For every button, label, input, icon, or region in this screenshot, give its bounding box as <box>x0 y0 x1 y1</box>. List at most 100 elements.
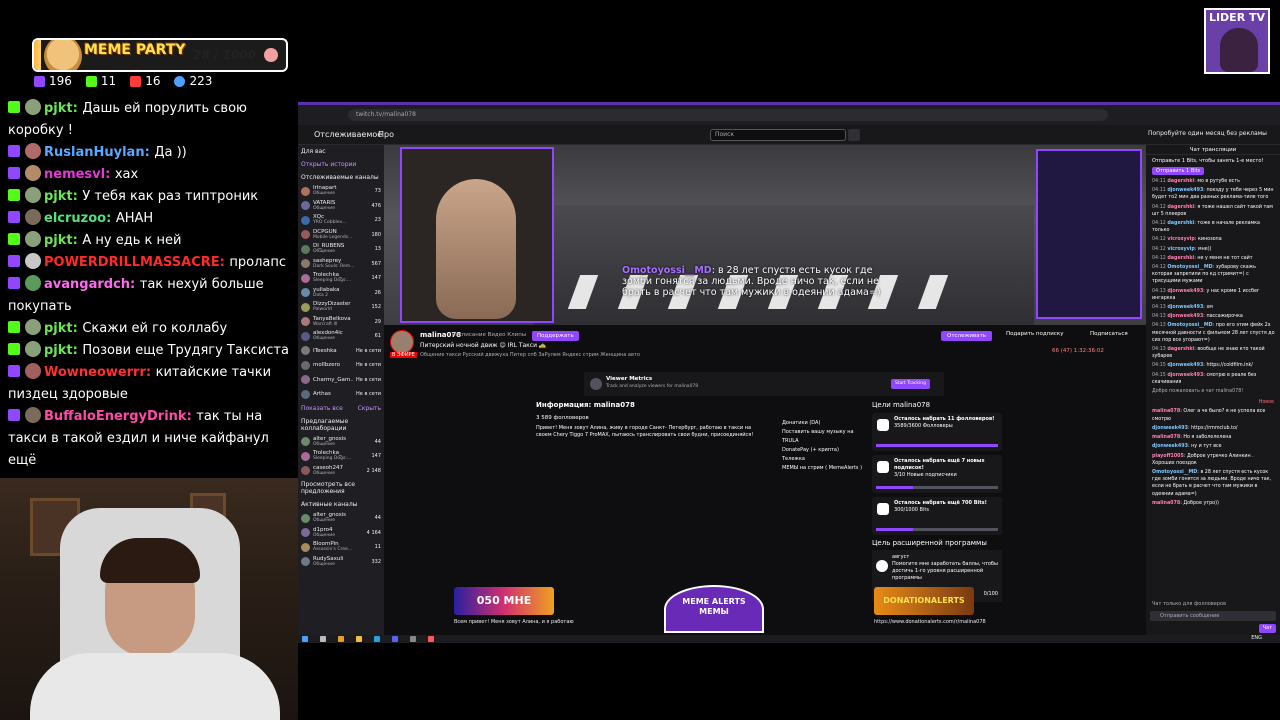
chat-nick[interactable]: pjkt <box>44 233 73 248</box>
show-suggestions-link[interactable]: Просмотреть все предложения <box>298 478 384 498</box>
chat-username[interactable]: Omotoyossi__MD <box>1167 323 1212 328</box>
show-all-button[interactable]: Показать все <box>301 405 343 412</box>
chat-username[interactable]: djonweek493 <box>1152 444 1188 449</box>
meme-panel-image[interactable]: 050 МНЕ <box>454 587 554 615</box>
sidebar-channel[interactable]: Trolechka_ Sleeping Dogs:... 147 <box>298 271 384 286</box>
search-icon[interactable] <box>848 129 860 141</box>
windows-start-icon[interactable] <box>302 636 308 642</box>
nav-browse[interactable]: Про <box>378 130 394 139</box>
chat-input[interactable]: Отправить сообщение <box>1150 611 1276 621</box>
sidebar-channel[interactable]: d1pro4 Общение 4 164 <box>298 526 384 541</box>
sidebar-channel-info: Trolechka_ Sleeping Dogs:... <box>313 272 368 284</box>
chat-send-button[interactable]: Чат <box>1258 624 1276 633</box>
chat-nick[interactable]: RuslanHuylan <box>44 145 145 160</box>
stream-tags[interactable]: Общение такси Русский движуха Питер спб … <box>420 352 640 358</box>
chat-username[interactable]: malina078 <box>1152 435 1180 440</box>
chat-username[interactable]: djonweek493 <box>1167 373 1203 378</box>
chat-nick[interactable]: avangardch <box>44 277 130 292</box>
sidebar-channel[interactable]: DizzyDizaster Palworld 152 <box>298 300 384 315</box>
sidebar-channel[interactable]: TanyaBelkova Warcraft III 29 <box>298 315 384 330</box>
follow-button[interactable]: Отслеживать <box>941 331 993 341</box>
chat-username[interactable]: djonweek493 <box>1167 305 1203 310</box>
chat-nick[interactable]: pjkt <box>44 101 73 116</box>
sidebar-channel[interactable]: Irlnapart Общение 73 <box>298 184 384 199</box>
chat-nick[interactable]: BuffaloEnergyDrink <box>44 409 187 424</box>
hide-button[interactable]: Скрыть <box>358 405 381 412</box>
telegram-icon[interactable] <box>374 636 380 642</box>
donationalerts-link[interactable]: https://www.donationalerts.com/r/malina0… <box>874 619 986 625</box>
sidebar-channel[interactable]: ITeeshka Не в сети <box>298 344 384 359</box>
chat-username[interactable]: djonweek493 <box>1167 314 1203 319</box>
subscribe-button[interactable]: Подписаться <box>1090 331 1128 337</box>
memealerts-panel-image[interactable]: MEME ALERTS МЕМЫ <box>664 585 764 633</box>
chrome-icon[interactable] <box>338 636 344 642</box>
sidebar-channel[interactable]: XQc YRO Cobblev... 23 <box>298 213 384 228</box>
chat-username[interactable]: Omotoyossi__MD <box>1152 470 1197 475</box>
sidebar-channel[interactable]: DCPGUN Mobile Legends... 180 <box>298 228 384 243</box>
chat-username[interactable]: Omotoyossi__MD <box>1167 265 1212 270</box>
browser-toolbar: twitch.tv/malina078 <box>298 105 1280 125</box>
sidebar-channel[interactable]: alter_gnosis Общение 44 <box>298 435 384 450</box>
sidebar-channel[interactable]: alexdon4ic Общение 61 <box>298 329 384 344</box>
sidebar-channel[interactable]: Arthas Не в сети <box>298 387 384 402</box>
chat-username[interactable]: dagershki <box>1167 256 1194 261</box>
chat-username[interactable]: vicrosyvip <box>1167 247 1194 252</box>
nav-following[interactable]: Отслеживаемое <box>314 130 382 139</box>
chat-username[interactable]: djonweek493 <box>1167 289 1203 294</box>
chat-username[interactable]: dagershki <box>1167 221 1194 226</box>
sidebar-channel[interactable]: Charmy_Gam... Не в сети <box>298 373 384 388</box>
sidebar-channel[interactable]: mollbzero Не в сети <box>298 358 384 373</box>
chat-nick[interactable]: Wowneowerrr <box>44 365 146 380</box>
sidebar-channel[interactable]: DI_RUBENS Общение 13 <box>298 242 384 257</box>
address-bar[interactable]: twitch.tv/malina078 <box>348 109 1108 121</box>
chat-username[interactable]: dagershki <box>1167 347 1194 352</box>
video-player[interactable]: Omotoyossi__MD: в 28 лет спустя есть кус… <box>384 145 1146 325</box>
chat-separator: : <box>144 145 155 160</box>
about-link[interactable]: МЕМЫ на стрим ( MemeAlerts ) <box>782 464 866 473</box>
sidebar-channel[interactable]: RudySaxuli Общение 332 <box>298 555 384 570</box>
search-icon[interactable] <box>320 636 326 642</box>
chat-nick[interactable]: nemesvl <box>44 167 105 182</box>
sidebar-channel[interactable]: VATARIS Общение 476 <box>298 199 384 214</box>
folder-icon[interactable] <box>356 636 362 642</box>
about-link[interactable]: DonatePay (+ крипта) <box>782 446 866 455</box>
chat-username[interactable]: dagershki <box>1167 179 1194 184</box>
chat-username[interactable]: djonweek493 <box>1167 363 1203 368</box>
chat-username[interactable]: vicrosyvip <box>1167 237 1194 242</box>
channel-links[interactable]: Расписание Видео Клипы <box>452 332 526 338</box>
about-link[interactable]: Поставить вашу музыку на TRULA <box>782 428 866 446</box>
promo-link[interactable]: Попробуйте один месяц без рекламы <box>1148 130 1267 137</box>
sidebar-channel[interactable]: alter_gnosis Общение 44 <box>298 511 384 526</box>
obs-icon[interactable] <box>410 636 416 642</box>
sidebar-channel[interactable]: BloomPin Assassin's Cree... 11 <box>298 540 384 555</box>
sidebar-channel[interactable]: Trolechka_ Sleeping Dogs:... 147 <box>298 449 384 464</box>
about-link[interactable]: Тележка <box>782 455 866 464</box>
support-button[interactable]: Поддержать <box>532 331 579 341</box>
keyboard-language[interactable]: ENG <box>1251 635 1262 641</box>
sidebar-channel[interactable]: sasheprey Dark Souls: Rem... 567 <box>298 257 384 272</box>
chat-username[interactable]: malina078 <box>1152 501 1180 506</box>
sidebar-channel[interactable]: caseoh247 Общение 2 148 <box>298 464 384 479</box>
chat-username[interactable]: djonweek493 <box>1167 188 1203 193</box>
send-bits-button[interactable]: Отправить 1 Bits <box>1152 166 1205 175</box>
avatar[interactable] <box>390 330 414 354</box>
search-input[interactable]: Поиск <box>710 129 846 141</box>
start-tracking-button[interactable]: Start Tracking <box>890 379 930 389</box>
gift-sub-button[interactable]: Подарить подписку <box>1006 331 1063 337</box>
chat-nick[interactable]: pjkt <box>44 321 73 336</box>
chat-nick[interactable]: elcruzoo <box>44 211 106 226</box>
donationalerts-panel-image[interactable]: DONATIONALERTS <box>874 587 974 615</box>
about-link[interactable]: Донатики (DA) <box>782 419 866 428</box>
browser-icon[interactable] <box>428 636 434 642</box>
chat-nick[interactable]: pjkt <box>44 343 73 358</box>
discord-icon[interactable] <box>392 636 398 642</box>
goal-title: Осталось набрать ещё 7 новых подписок! <box>894 458 985 471</box>
chat-nick[interactable]: pjkt <box>44 189 73 204</box>
chat-username[interactable]: malina078 <box>1152 409 1180 414</box>
chat-nick[interactable]: POWERDRILLMASSACRE <box>44 255 220 270</box>
chat-username[interactable]: dagershki <box>1167 205 1194 210</box>
chat-username[interactable]: djonweek493 <box>1152 426 1188 431</box>
open-history-link[interactable]: Открыть истории <box>298 158 384 171</box>
sidebar-channel[interactable]: yuliabaka Dota 2 26 <box>298 286 384 301</box>
chat-username[interactable]: playoff1005 <box>1152 454 1184 459</box>
